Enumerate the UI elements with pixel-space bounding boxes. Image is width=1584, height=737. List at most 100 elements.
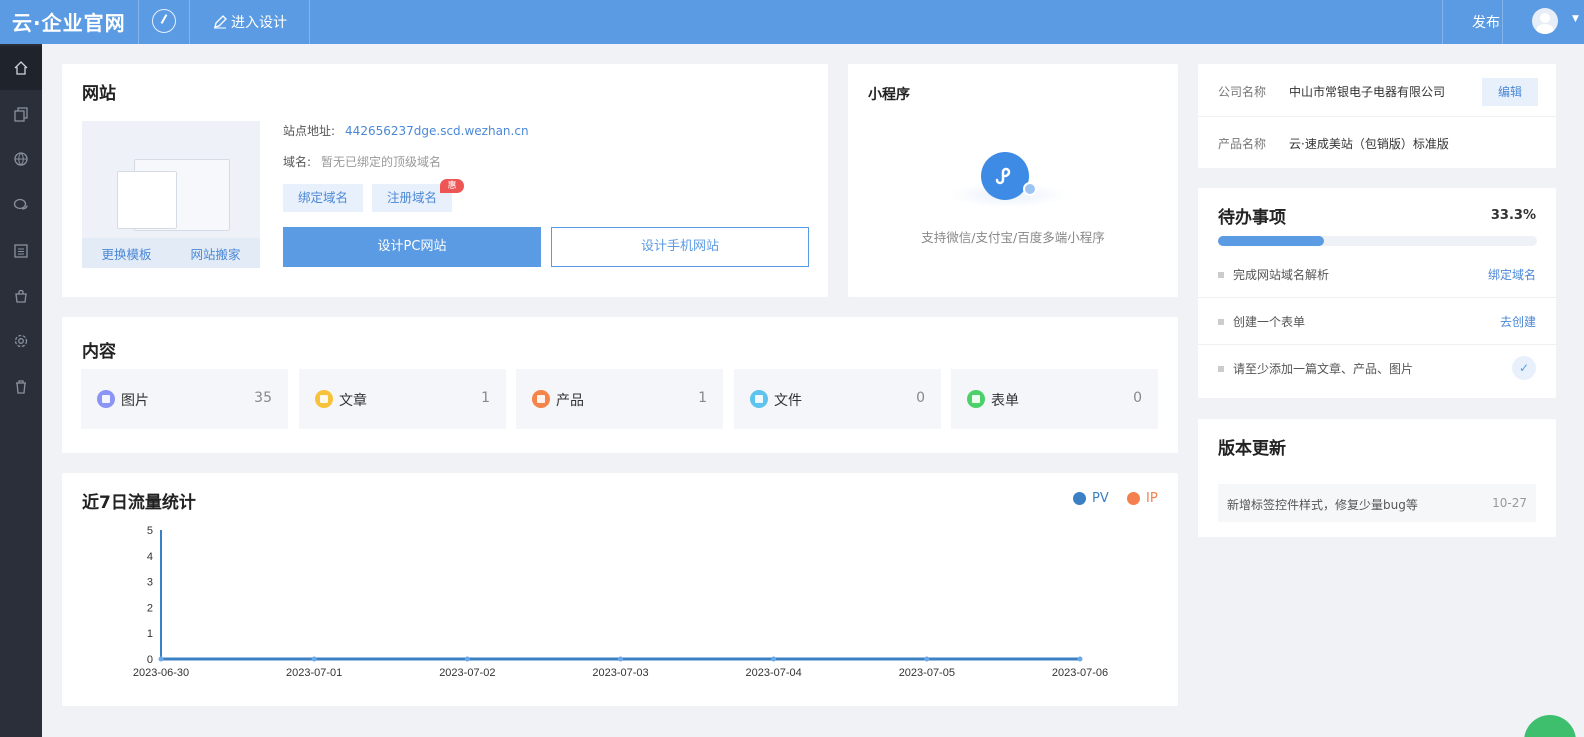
- design-pc-button[interactable]: 设计PC网站: [283, 227, 541, 267]
- company-name-label: 公司名称: [1218, 85, 1267, 99]
- sidebar-item-articles[interactable]: [0, 229, 42, 273]
- x-tick-label: 2023-07-05: [899, 667, 955, 679]
- site-address-row: 站点地址: 442656237dge.scd.wezhan.cn: [283, 122, 529, 139]
- todo-title: 待办事项: [1218, 208, 1286, 228]
- site-address-label: 站点地址:: [283, 124, 336, 138]
- data-point-pv: [771, 656, 777, 662]
- domain-value: 暂无已绑定的顶级域名: [321, 155, 442, 169]
- y-tick-label: 0: [147, 654, 153, 666]
- website-card: 网站 更换模板 网站搬家 站点地址: 442656237dge.scd.wezha…: [62, 64, 828, 297]
- sidebar-item-chat[interactable]: [0, 183, 42, 227]
- move-site-link[interactable]: 网站搬家: [190, 244, 240, 263]
- todo-item: 创建一个表单 去创建: [1198, 297, 1556, 344]
- dashboard-icon[interactable]: [152, 9, 176, 33]
- todo-item-text: 完成网站域名解析: [1233, 268, 1330, 282]
- traffic-card: 近7日流量统计 PV IP 0 1 2 3 4 5 2023-06-30 2023-07-01…: [62, 473, 1178, 706]
- y-tick-label: 2: [147, 602, 153, 614]
- data-point-pv: [464, 656, 470, 662]
- divider: [309, 0, 310, 44]
- file-icon: [750, 390, 768, 408]
- miniprogram-card: 小程序 支持微信/支付宝/百度多端小程序: [848, 64, 1178, 297]
- todo-action-link[interactable]: 去创建: [1500, 313, 1536, 330]
- update-text: 新增标签控件样式，修复少量bug等: [1227, 498, 1418, 512]
- app-logo[interactable]: 云·企业官网: [12, 7, 126, 36]
- domain-label: 域名:: [283, 155, 312, 169]
- miniprogram-icon[interactable]: [981, 152, 1029, 200]
- company-info-card: 公司名称 中山市常银电子电器有限公司 编辑 产品名称 云·速成美站（包销版）标准…: [1198, 64, 1556, 168]
- content-tile-images[interactable]: 图片 35: [81, 369, 288, 429]
- bullet: [1218, 272, 1224, 278]
- product-name-row: 产品名称 云·速成美站（包销版）标准版: [1198, 116, 1556, 168]
- content-tile-forms[interactable]: 表单 0: [951, 369, 1158, 429]
- content-tile-articles[interactable]: 文章 1: [299, 369, 506, 429]
- tile-count: 35: [254, 390, 272, 406]
- sidebar-item-site[interactable]: [0, 137, 42, 181]
- list-icon: [14, 244, 28, 258]
- sidebar-item-settings[interactable]: [0, 319, 42, 363]
- enter-design-label: 进入设计: [231, 15, 287, 31]
- website-title: 网站: [82, 84, 116, 104]
- todo-percent: 33.3%: [1490, 208, 1536, 223]
- tile-label: 产品: [556, 393, 584, 409]
- product-name-value: 云·速成美站（包销版）标准版: [1289, 137, 1449, 151]
- todo-progress-fill: [1218, 236, 1325, 246]
- content-tile-products[interactable]: 产品 1: [516, 369, 723, 429]
- check-badge-icon: [1023, 182, 1037, 196]
- domain-row: 域名: 暂无已绑定的顶级域名: [283, 153, 441, 170]
- traffic-chart: 0 1 2 3 4 5 2023-06-30 2023-07-01 2023-07-02 2023…: [133, 525, 1108, 679]
- y-tick-label: 5: [147, 525, 153, 537]
- divider: [138, 0, 139, 44]
- sidebar-item-trash[interactable]: [0, 365, 42, 409]
- tile-label: 表单: [991, 393, 1019, 409]
- y-tick-label: 3: [147, 577, 153, 589]
- edit-button[interactable]: 编辑: [1482, 78, 1538, 106]
- form-icon: [967, 390, 985, 408]
- sidebar-item-shop[interactable]: [0, 274, 42, 318]
- todo-action-link[interactable]: 绑定域名: [1488, 266, 1536, 283]
- tile-label: 图片: [121, 393, 149, 409]
- tile-label: 文章: [339, 393, 367, 409]
- miniprogram-desc: 支持微信/支付宝/百度多端小程序: [921, 230, 1105, 245]
- avatar[interactable]: [1532, 8, 1558, 34]
- top-bar: 云·企业官网 进入设计 发布 ▼: [0, 0, 1584, 44]
- data-point-pv: [158, 656, 164, 662]
- chat-icon: [13, 198, 28, 210]
- todo-item-text: 创建一个表单: [1233, 315, 1306, 329]
- sidebar-item-pages[interactable]: [0, 92, 42, 136]
- trash-icon: [16, 380, 26, 394]
- content-card: 内容 图片 35 文章 1 产品 1 文件 0 表单 0: [62, 317, 1178, 453]
- company-name-value: 中山市常银电子电器有限公司: [1289, 85, 1446, 99]
- home-icon: [14, 61, 28, 75]
- content-tile-files[interactable]: 文件 0: [734, 369, 941, 429]
- check-icon: ✓: [1512, 356, 1536, 380]
- chat-float-button[interactable]: [1524, 715, 1576, 737]
- todo-item: 请至少添加一篇文章、产品、图片 ✓: [1198, 344, 1556, 391]
- chevron-down-icon[interactable]: ▼: [1572, 14, 1579, 24]
- sidebar-item-home[interactable]: [0, 46, 42, 90]
- miniprogram-title: 小程序: [868, 87, 910, 103]
- bind-domain-button[interactable]: 绑定域名: [283, 184, 364, 212]
- enter-design-button[interactable]: 进入设计: [213, 12, 287, 32]
- divider: [189, 0, 190, 44]
- x-tick-label: 2023-07-02: [439, 667, 495, 679]
- product-name-label: 产品名称: [1218, 137, 1267, 151]
- bag-icon: [15, 289, 27, 303]
- template-thumbnail: 更换模板 网站搬家: [82, 121, 260, 268]
- y-tick-label: 4: [147, 551, 153, 563]
- sidebar: [0, 44, 42, 737]
- product-icon: [532, 390, 550, 408]
- article-icon: [315, 390, 333, 408]
- site-address-link[interactable]: 442656237dge.scd.wezhan.cn: [345, 124, 529, 138]
- change-template-link[interactable]: 更换模板: [101, 244, 151, 263]
- link-icon: [995, 167, 1011, 185]
- update-item[interactable]: 新增标签控件样式，修复少量bug等 10-27: [1218, 484, 1536, 522]
- image-icon: [97, 390, 115, 408]
- x-tick-label: 2023-07-04: [746, 667, 802, 679]
- tile-count: 1: [481, 390, 490, 406]
- design-mobile-button[interactable]: 设计手机网站: [551, 227, 809, 267]
- publish-button[interactable]: 发布: [1472, 12, 1500, 32]
- data-point-pv: [1077, 656, 1083, 662]
- todo-item: 完成网站域名解析 绑定域名: [1198, 250, 1556, 297]
- data-point-pv: [311, 656, 317, 662]
- globe-icon: [14, 152, 28, 166]
